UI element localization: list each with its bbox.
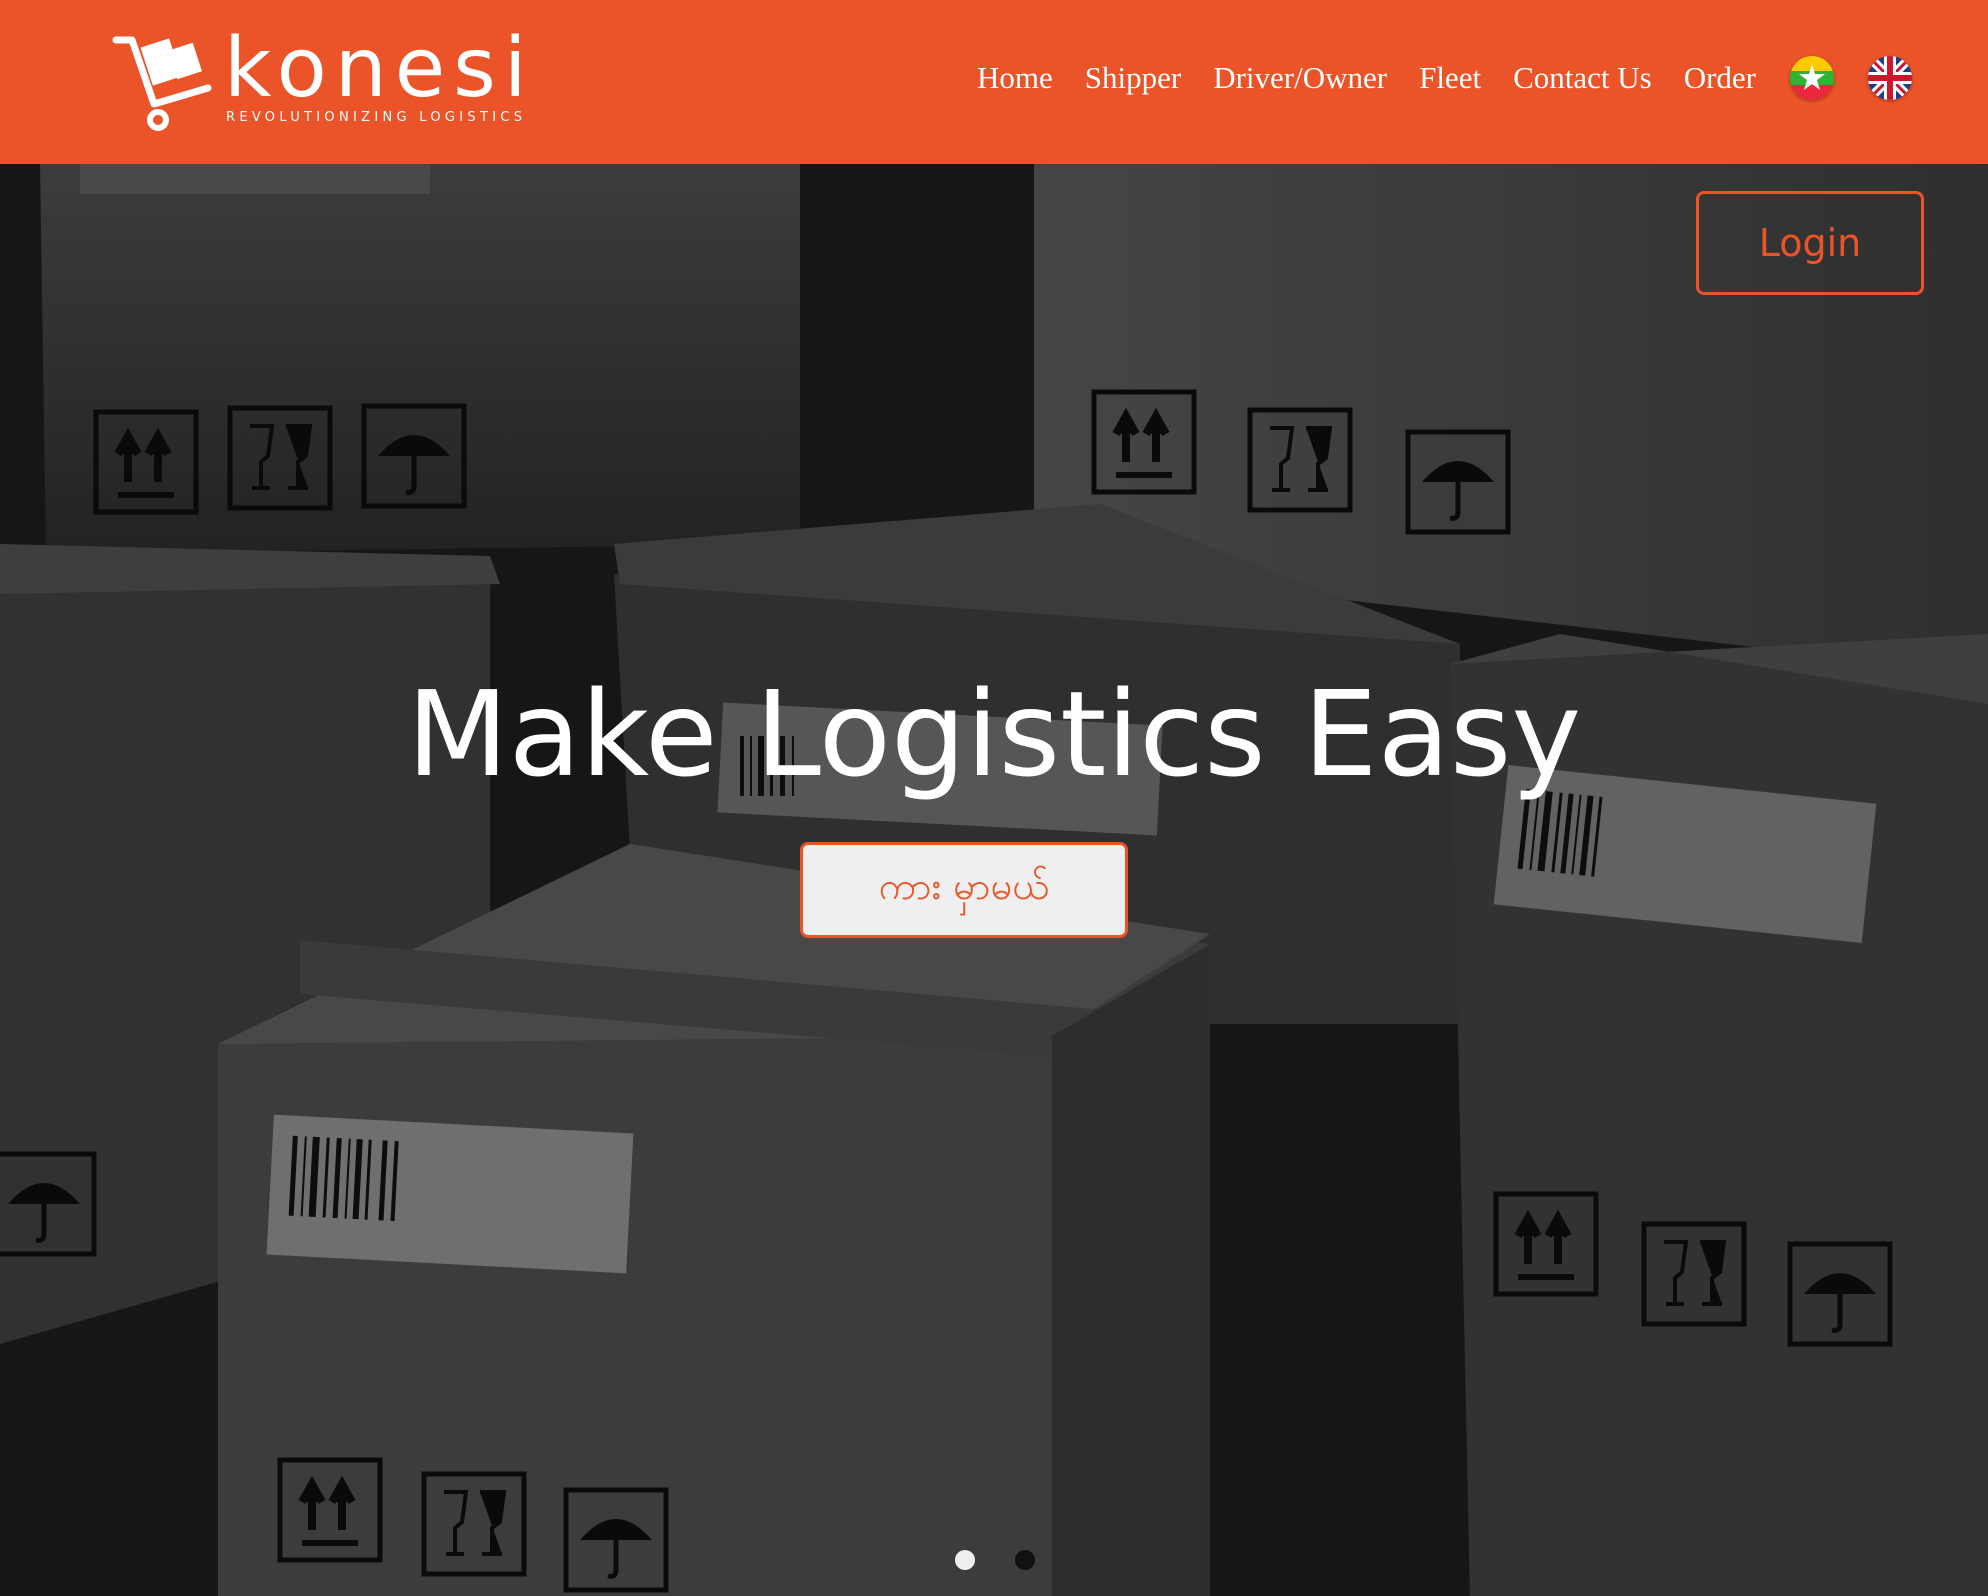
uk-flag-icon[interactable]	[1868, 56, 1912, 100]
page: konesi REVOLUTIONIZING LOGISTICS Home Sh…	[0, 0, 1988, 1596]
myanmar-flag-icon[interactable]	[1790, 56, 1834, 100]
brand-name: konesi	[224, 21, 535, 116]
login-button[interactable]: Login	[1696, 191, 1924, 295]
nav-contact-us[interactable]: Contact Us	[1513, 60, 1652, 96]
nav-shipper[interactable]: Shipper	[1085, 60, 1181, 96]
nav-fleet[interactable]: Fleet	[1419, 60, 1481, 96]
nav-order[interactable]: Order	[1684, 60, 1756, 96]
carousel-dot-1[interactable]	[955, 1550, 975, 1570]
nav-home[interactable]: Home	[977, 60, 1053, 96]
site-header: konesi REVOLUTIONIZING LOGISTICS Home Sh…	[0, 0, 1988, 164]
main-nav: Home Shipper Driver/Owner Fleet Contact …	[945, 56, 1912, 100]
carousel-indicators	[955, 1550, 1075, 1570]
brand-tagline: REVOLUTIONIZING LOGISTICS	[226, 110, 527, 125]
hand-truck-cart-icon	[112, 36, 212, 131]
carousel-dot-2[interactable]	[1015, 1550, 1035, 1570]
brand-logo[interactable]: konesi REVOLUTIONIZING LOGISTICS	[112, 24, 532, 131]
hero-title: Make Logistics Easy	[406, 665, 1582, 803]
nav-driver-owner[interactable]: Driver/Owner	[1213, 60, 1387, 96]
hero-section: Login Make Logistics Easy ကား မှာမယ်	[0, 164, 1988, 1596]
order-car-button[interactable]: ကား မှာမယ်	[800, 842, 1128, 938]
